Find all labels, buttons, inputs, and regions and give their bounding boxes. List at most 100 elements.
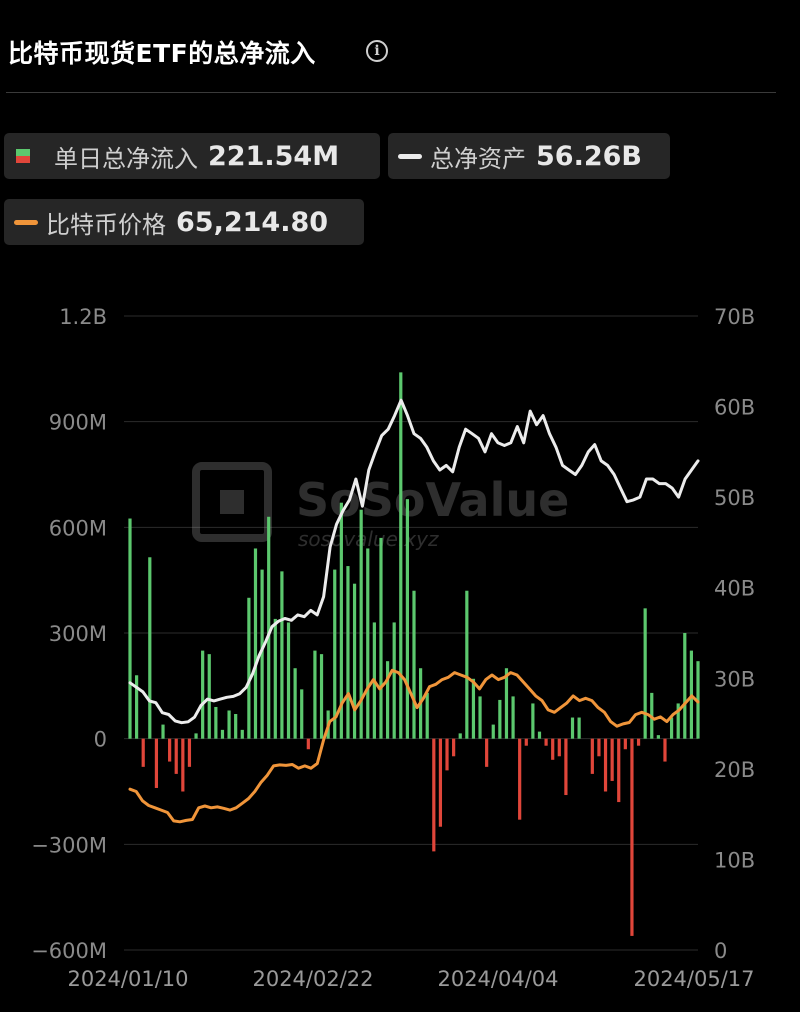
- x-axis-tick-label: 2024/02/22: [252, 967, 373, 991]
- right-axis-tick-label: 10B: [714, 848, 755, 872]
- inflow-bar: [537, 731, 542, 739]
- inflow-bar: [551, 738, 555, 760]
- left-axis-tick-label: 300M: [49, 622, 107, 646]
- inflow-bar: [491, 724, 495, 739]
- inflow-bar: [300, 689, 304, 739]
- inflow-bar: [220, 729, 225, 739]
- inflow-bar: [313, 650, 317, 739]
- inflow-bar: [445, 738, 449, 771]
- x-axis-tick-label: 2024/05/17: [633, 967, 754, 991]
- right-axis-tick-label: 30B: [714, 667, 755, 691]
- inflow-bar: [181, 738, 185, 792]
- chart: SoSoValue sosovalue.xyz 1.2B 900M 600M 300M…: [31, 305, 755, 991]
- inflow-bar: [623, 738, 627, 750]
- inflow-bar: [531, 703, 535, 739]
- left-axis-ticks: 1.2B 900M 600M 300M 0 −300M −600M: [31, 305, 107, 963]
- inflow-bar: [643, 608, 647, 739]
- inflow-bar: [636, 738, 641, 746]
- inflow-bar: [187, 738, 192, 767]
- inflow-bar: [570, 717, 575, 739]
- inflow-bar: [485, 738, 489, 767]
- inflow-bar: [603, 738, 608, 792]
- x-axis-tick-label: 2024/01/10: [67, 967, 188, 991]
- inflow-bar: [148, 557, 152, 739]
- inflow-bar: [174, 738, 178, 774]
- x-axis-tick-label: 2024/04/04: [437, 967, 558, 991]
- inflow-bar: [590, 738, 594, 774]
- inflow-bar: [405, 499, 409, 739]
- right-axis-tick-label: 50B: [714, 486, 755, 510]
- inflow-bar: [630, 738, 634, 936]
- inflow-bar: [333, 569, 337, 739]
- left-axis-tick-label: −600M: [31, 939, 107, 963]
- inflow-bar: [577, 717, 581, 739]
- left-axis-tick-label: 1.2B: [59, 305, 107, 329]
- inflow-bar: [154, 738, 159, 788]
- inflow-bar: [465, 590, 469, 739]
- inflow-bar: [392, 622, 396, 739]
- inflow-bar: [366, 548, 370, 739]
- right-axis-tick-label: 70B: [714, 305, 755, 329]
- watermark-url: sosovalue.xyz: [298, 527, 439, 551]
- left-axis-tick-label: 0: [94, 728, 107, 752]
- inflow-bar: [656, 735, 660, 739]
- inflow-bar: [240, 729, 244, 739]
- inflow-bar: [280, 571, 284, 739]
- inflow-bar: [207, 654, 211, 739]
- inflow-bar: [544, 738, 548, 746]
- inflow-bar: [478, 696, 482, 739]
- watermark-brand: SoSoValue: [296, 473, 569, 527]
- inflow-bar: [498, 699, 502, 739]
- daily-inflow-bars: [128, 372, 700, 936]
- inflow-bar: [293, 668, 297, 739]
- inflow-bar: [610, 738, 614, 781]
- right-axis-tick-label: 60B: [714, 396, 755, 420]
- inflow-bar: [511, 696, 515, 739]
- inflow-bar: [319, 654, 324, 739]
- inflow-bar: [128, 518, 132, 739]
- inflow-bar: [201, 650, 205, 739]
- right-axis-ticks: 70B 60B 50B 40B 30B 20B 10B 0: [714, 305, 755, 963]
- inflow-bar: [425, 692, 429, 739]
- inflow-bar: [471, 678, 476, 739]
- inflow-bar: [504, 668, 509, 739]
- right-axis-tick-label: 40B: [714, 577, 755, 601]
- inflow-bar: [597, 738, 601, 757]
- inflow-bar: [267, 516, 271, 739]
- inflow-bar: [458, 733, 462, 739]
- inflow-bar: [234, 714, 238, 739]
- right-axis-tick-label: 20B: [714, 758, 755, 782]
- inflow-bar: [286, 622, 291, 739]
- inflow-bar: [214, 706, 218, 739]
- grid-lines: [124, 315, 698, 951]
- inflow-bar: [161, 724, 165, 739]
- inflow-bar: [253, 548, 258, 739]
- inflow-bar: [247, 597, 251, 739]
- inflow-bar: [141, 738, 145, 767]
- inflow-bar: [399, 372, 403, 739]
- left-axis-tick-label: −300M: [31, 833, 107, 857]
- right-axis-tick-label: 0: [714, 939, 727, 963]
- inflow-bar: [227, 710, 231, 739]
- inflow-bar: [518, 738, 522, 820]
- inflow-bar: [663, 738, 667, 762]
- inflow-bar: [669, 717, 674, 739]
- left-axis-tick-label: 900M: [49, 411, 107, 435]
- inflow-bar: [412, 590, 416, 739]
- inflow-bar: [438, 738, 443, 827]
- inflow-bar: [194, 733, 198, 739]
- inflow-bar: [352, 583, 357, 739]
- inflow-bar: [168, 738, 172, 762]
- inflow-bar: [452, 738, 456, 757]
- inflow-bar: [346, 566, 350, 739]
- left-axis-tick-label: 600M: [49, 516, 107, 540]
- inflow-bar: [683, 633, 687, 739]
- inflow-bar: [273, 618, 277, 739]
- x-axis-ticks: 2024/01/10 2024/02/22 2024/04/04 2024/05/17: [67, 967, 754, 991]
- inflow-bar: [524, 738, 528, 746]
- inflow-bar: [564, 738, 568, 796]
- inflow-bar: [617, 738, 621, 803]
- inflow-bar: [432, 738, 436, 852]
- inflow-bar: [306, 738, 310, 750]
- inflow-bar: [385, 661, 390, 739]
